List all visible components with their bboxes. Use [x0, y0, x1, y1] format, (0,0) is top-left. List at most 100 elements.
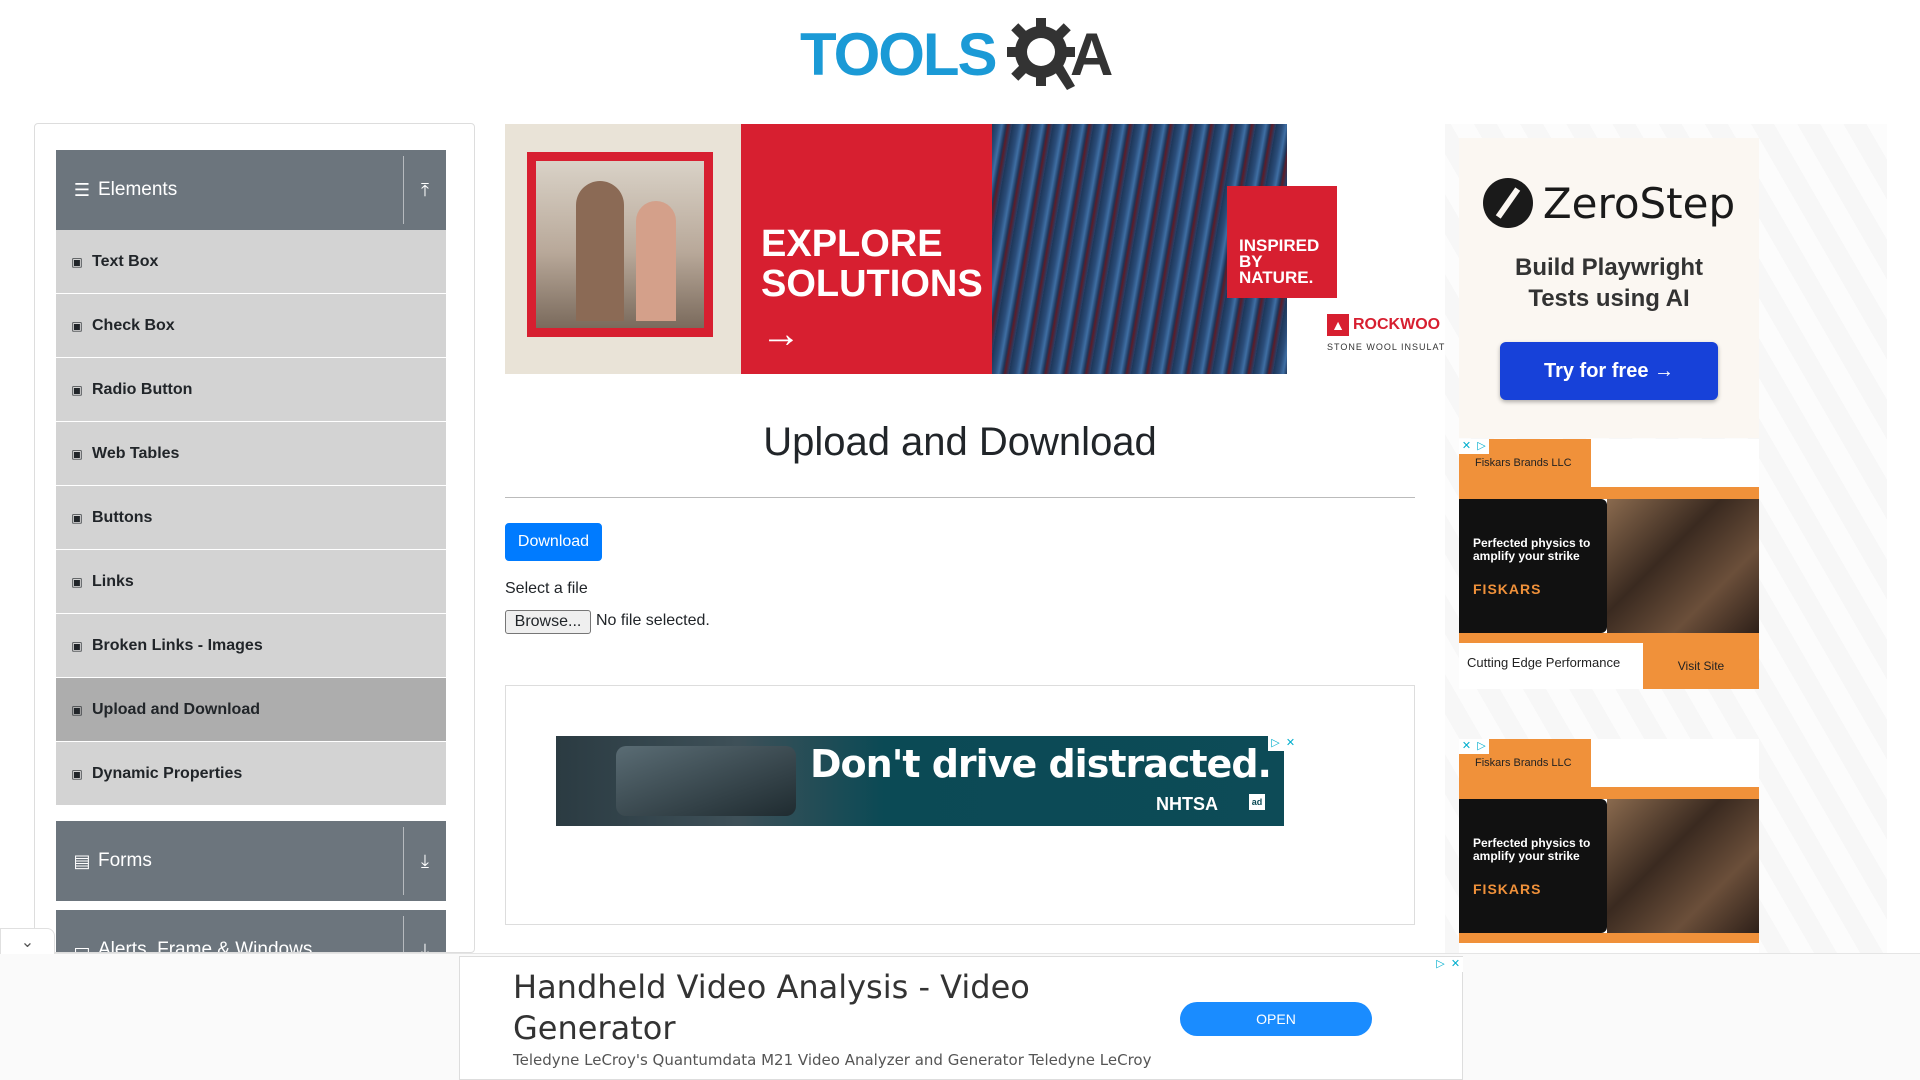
hamburger-icon: ☰ — [73, 179, 91, 200]
tagline-line: Tests using AI — [1528, 285, 1690, 312]
zerostep-name: ZeroStep — [1542, 178, 1736, 228]
group-header-elements[interactable]: ☰ Elements ⤒ — [56, 150, 446, 230]
ad-headline: Don't drive distracted. — [810, 742, 1272, 786]
tagline-line: Build Playwright — [1514, 254, 1703, 281]
orange-strip — [1459, 933, 1759, 943]
try-for-free-button[interactable]: Try for free → — [1500, 342, 1718, 400]
promo-line: amplify your strike — [1473, 849, 1580, 863]
fiskars-promo-panel: Perfected physics to amplify your strike… — [1459, 499, 1607, 633]
person-figure — [636, 201, 676, 321]
menu-item-label: Text Box — [92, 252, 159, 270]
menu-item-links[interactable]: ▣ Links — [56, 550, 446, 614]
fiskars-ad[interactable]: Fiskars Brands LLC ✕ ▷ Perfected physics… — [1459, 439, 1759, 689]
anchor-ad[interactable]: Handheld Video Analysis - Video Generato… — [459, 956, 1463, 1080]
visit-site-button[interactable]: Visit Site — [1643, 643, 1759, 689]
menu-item-label: Broken Links - Images — [92, 636, 263, 654]
fiskars-brand: FISKARS — [1473, 581, 1542, 597]
arrow-down-icon[interactable]: ⤓ — [403, 916, 446, 952]
group-header-forms[interactable]: ▤ Forms ⤓ — [56, 821, 446, 901]
explore-panel: EXPLORE SOLUTIONS → — [741, 124, 992, 374]
menu-item-broken-links[interactable]: ▣ Broken Links - Images — [56, 614, 446, 678]
menu-item-buttons[interactable]: ▣ Buttons — [56, 486, 446, 550]
close-icon[interactable]: ✕ — [1459, 439, 1474, 454]
menu-item-dynamic-properties[interactable]: ▣ Dynamic Properties — [56, 742, 446, 806]
html5-icon: ▣ — [71, 318, 83, 333]
download-button[interactable]: Download — [505, 523, 602, 561]
adchoices-icon[interactable]: ▷ — [1474, 739, 1489, 754]
html5-icon: ▣ — [71, 382, 83, 397]
axe-photo — [1607, 799, 1759, 933]
zerostep-ad[interactable]: ZeroStep Build Playwright Tests using AI… — [1459, 138, 1759, 438]
brand-tagline: STONE WOOL INSULATIO — [1327, 342, 1445, 352]
orange-strip — [1459, 787, 1759, 799]
fiskars-promo-panel: Perfected physics to amplify your strike… — [1459, 799, 1607, 933]
arrow-right-icon: → — [761, 312, 801, 356]
adchoices-icon[interactable]: ▷ — [1433, 957, 1448, 972]
adchoices-icon[interactable]: ▷ — [1268, 736, 1283, 751]
chevron-down-icon[interactable]: ⌄ — [0, 928, 55, 954]
zerostep-tagline: Build Playwright Tests using AI — [1459, 252, 1759, 314]
html5-icon: ▣ — [71, 638, 83, 653]
car-interior-image — [616, 746, 796, 816]
fiskars-brand: FISKARS — [1473, 881, 1542, 897]
browse-button[interactable]: Browse... — [505, 610, 591, 634]
site-header: TOOLS A — [0, 0, 1920, 110]
menu-item-text-box[interactable]: ▣ Text Box — [56, 230, 446, 294]
inspired-badge: INSPIRED BY NATURE. — [1227, 186, 1337, 298]
left-panel-menu: ☰ Elements ⤒ ▣ Text Box ▣ Check Box ▣ Ra… — [34, 123, 475, 953]
close-icon[interactable]: ✕ — [1448, 957, 1463, 972]
nhtsa-ad[interactable]: Don't drive distracted. NHTSA ad — [556, 736, 1284, 826]
headline-line: EXPLORE — [761, 223, 943, 265]
document-icon: ▤ — [73, 850, 91, 871]
menu-item-label: Check Box — [92, 316, 175, 334]
rockwool-logo-icon: ▲ — [1327, 314, 1349, 336]
window-icon: ▭ — [73, 939, 91, 953]
right-ad-column: ZeroStep Build Playwright Tests using AI… — [1445, 124, 1887, 954]
select-file-label: Select a file — [505, 580, 588, 597]
axe-photo — [1607, 499, 1759, 633]
rockwool-brand: ▲ ROCKWOO STONE WOOL INSULATIO — [1327, 314, 1445, 352]
menu-item-label: Web Tables — [92, 444, 180, 462]
group-label: Alerts, Frame & Windows — [98, 939, 313, 953]
open-button[interactable]: OPEN — [1180, 1002, 1372, 1036]
group-header-alerts[interactable]: ▭ Alerts, Frame & Windows ⤓ — [56, 910, 446, 953]
adchoices-icon[interactable]: ▷ — [1474, 439, 1489, 454]
menu-item-label: Links — [92, 572, 134, 590]
menu-item-label: Upload and Download — [92, 700, 260, 718]
orange-strip — [1459, 487, 1759, 499]
divider — [505, 497, 1415, 498]
arrow-up-icon[interactable]: ⤒ — [403, 156, 446, 224]
file-status-text: No file selected. — [596, 612, 710, 629]
promo-text: Perfected physics to amplify your strike — [1473, 837, 1603, 863]
menu-item-radio-button[interactable]: ▣ Radio Button — [56, 358, 446, 422]
ad-caption: Cutting Edge Performance — [1459, 643, 1643, 689]
html5-icon: ▣ — [71, 510, 83, 525]
menu-item-label: Dynamic Properties — [92, 764, 243, 782]
menu-item-check-box[interactable]: ▣ Check Box — [56, 294, 446, 358]
rockwool-banner-ad[interactable]: EXPLORE SOLUTIONS → INSPIRED BY NATURE. … — [505, 124, 1445, 374]
toolsqa-logo[interactable]: TOOLS A — [800, 16, 1125, 92]
photo-frame — [527, 152, 713, 337]
zerostep-logo: ZeroStep — [1459, 178, 1759, 228]
menu-item-label: Buttons — [92, 508, 153, 526]
group-label: Elements — [98, 179, 178, 200]
html5-icon: ▣ — [71, 574, 83, 589]
explore-headline: EXPLORE SOLUTIONS — [761, 224, 983, 304]
anchor-ad-title: Handheld Video Analysis - Video Generato… — [513, 968, 1030, 1047]
promo-text: Perfected physics to amplify your strike — [1473, 537, 1603, 563]
menu-item-label: Radio Button — [92, 380, 193, 398]
fiskars-ad[interactable]: Fiskars Brands LLC ✕ ▷ Perfected physics… — [1459, 739, 1759, 954]
close-icon[interactable]: ✕ — [1283, 736, 1298, 751]
close-icon[interactable]: ✕ — [1459, 739, 1474, 754]
badge-line: NATURE. — [1239, 268, 1314, 287]
menu-item-web-tables[interactable]: ▣ Web Tables — [56, 422, 446, 486]
ad-container: Don't drive distracted. NHTSA ad ▷ ✕ — [505, 685, 1415, 925]
menu-item-upload-download[interactable]: ▣ Upload and Download — [56, 678, 446, 742]
zerostep-mark-icon — [1482, 178, 1533, 228]
page-title: Upload and Download — [763, 420, 1157, 464]
nhtsa-brand: NHTSA — [1156, 794, 1218, 814]
arrow-down-icon[interactable]: ⤓ — [403, 827, 446, 895]
elements-menu-list: ▣ Text Box ▣ Check Box ▣ Radio Button ▣ … — [56, 230, 446, 806]
headline-line: SOLUTIONS — [761, 263, 983, 305]
html5-icon: ▣ — [71, 446, 83, 461]
